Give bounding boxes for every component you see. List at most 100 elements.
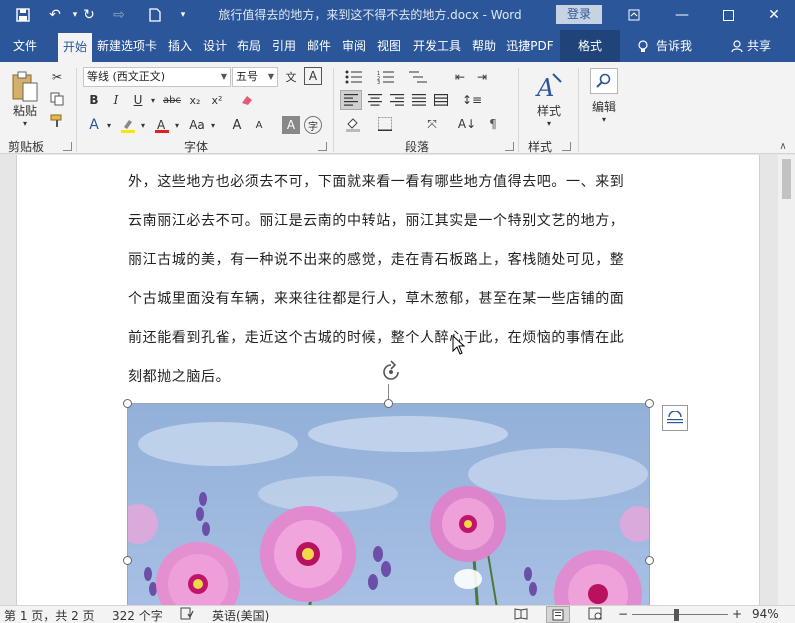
- styles-button-label[interactable]: 样式: [528, 102, 570, 118]
- layout-options-icon[interactable]: [662, 405, 688, 431]
- paragraph-line[interactable]: 云南丽江必去不可。丽江是云南的中转站，丽江其实是一个特别文艺的地方，: [128, 210, 624, 230]
- clear-format-icon[interactable]: 文: [282, 67, 300, 87]
- tab-file[interactable]: 文件: [6, 30, 44, 62]
- proofing-icon[interactable]: [180, 607, 194, 623]
- shrink-font-button[interactable]: A: [250, 116, 268, 134]
- paragraph-line[interactable]: 前还能看到孔雀，走近这个古城的时候，整个人醉心于此，在烦恼的事情在此: [128, 327, 624, 347]
- multilevel-list-icon[interactable]: [406, 68, 430, 86]
- underline-dropdown-icon[interactable]: ▾: [148, 92, 158, 108]
- zoom-slider-track[interactable]: [632, 614, 728, 615]
- highlight-dropdown-icon[interactable]: ▾: [138, 116, 148, 134]
- styles-launcher-icon[interactable]: [562, 142, 571, 151]
- resize-handle[interactable]: [123, 556, 132, 565]
- read-mode-icon[interactable]: [514, 607, 528, 623]
- superscript-button[interactable]: x²: [208, 92, 226, 108]
- page-count[interactable]: 第 1 页，共 2 页: [4, 607, 95, 623]
- change-case-dropdown-icon[interactable]: ▾: [208, 116, 218, 134]
- paragraph-line[interactable]: 个古城里面没有车辆，来来往往都是行人，草木葱郁，甚至在某一些店铺的面: [128, 288, 624, 308]
- tab-format[interactable]: 格式: [560, 30, 620, 62]
- tab-new[interactable]: 新建选项卡: [94, 30, 160, 62]
- chinese-layout-icon[interactable]: ⤧: [420, 114, 444, 134]
- resize-handle[interactable]: [645, 556, 654, 565]
- char-border-icon[interactable]: A: [304, 67, 322, 85]
- vertical-scrollbar[interactable]: [778, 155, 795, 605]
- share-button[interactable]: 共享: [726, 30, 776, 62]
- cut-icon[interactable]: ✂: [48, 68, 66, 86]
- numbering-icon[interactable]: 123: [374, 68, 398, 86]
- change-case-button[interactable]: Aa: [186, 116, 208, 134]
- word-count[interactable]: 322 个字: [112, 607, 163, 623]
- bold-button[interactable]: B: [86, 92, 102, 108]
- resize-handle[interactable]: [123, 399, 132, 408]
- print-layout-icon[interactable]: [546, 606, 570, 623]
- font-size-select[interactable]: 五号 ▼: [232, 67, 278, 87]
- styles-gallery-icon[interactable]: A: [528, 68, 570, 104]
- italic-button[interactable]: I: [108, 92, 124, 108]
- eraser-icon[interactable]: [238, 92, 256, 108]
- align-center-button[interactable]: [364, 90, 386, 110]
- font-launcher-icon[interactable]: [318, 142, 327, 151]
- login-button[interactable]: 登录: [556, 5, 602, 24]
- undo-icon[interactable]: ↶: [44, 5, 66, 25]
- maximize-icon[interactable]: [716, 5, 740, 25]
- char-shading-icon[interactable]: A: [282, 116, 300, 134]
- ribbon-display-icon[interactable]: [622, 5, 646, 25]
- zoom-level[interactable]: 94%: [752, 607, 779, 621]
- increase-indent-icon[interactable]: ⇥: [472, 68, 492, 86]
- show-marks-icon[interactable]: ¶: [482, 114, 504, 134]
- effects-dropdown-icon[interactable]: ▾: [104, 116, 114, 134]
- scrollbar-thumb[interactable]: [782, 159, 791, 199]
- rotate-handle-icon[interactable]: [379, 360, 403, 384]
- tab-layout[interactable]: 布局: [234, 30, 264, 62]
- align-right-button[interactable]: [386, 90, 408, 110]
- tab-mailings[interactable]: 邮件: [304, 30, 334, 62]
- tab-view[interactable]: 视图: [374, 30, 404, 62]
- web-layout-icon[interactable]: [588, 607, 602, 623]
- subscript-button[interactable]: x₂: [186, 92, 204, 108]
- underline-button[interactable]: U: [130, 92, 146, 108]
- font-color-dropdown-icon[interactable]: ▾: [172, 116, 182, 134]
- minimize-icon[interactable]: —: [670, 5, 694, 25]
- align-left-button[interactable]: [340, 90, 362, 110]
- tell-me-button[interactable]: 告诉我: [630, 30, 700, 62]
- customize-icon[interactable]: ▾: [172, 5, 194, 25]
- tab-pdf[interactable]: 迅捷PDF: [503, 30, 557, 62]
- close-icon[interactable]: ✕: [762, 5, 786, 25]
- tab-insert[interactable]: 插入: [164, 30, 196, 62]
- flower-picture[interactable]: [127, 403, 650, 605]
- highlight-icon[interactable]: [118, 116, 138, 134]
- text-effects-icon[interactable]: A: [84, 116, 104, 134]
- styles-dropdown-icon[interactable]: ▾: [544, 118, 554, 128]
- new-doc-icon[interactable]: [144, 5, 166, 25]
- strikethrough-button[interactable]: abc: [162, 92, 182, 108]
- paste-dropdown-icon[interactable]: ▾: [18, 118, 32, 128]
- editing-button-label[interactable]: 编辑: [586, 98, 622, 114]
- grow-font-button[interactable]: A: [228, 116, 246, 134]
- paragraph-line[interactable]: 丽江古城的美，有一种说不出来的感觉，走在青石板路上，客栈随处可见，整: [128, 249, 624, 269]
- decrease-indent-icon[interactable]: ⇤: [450, 68, 470, 86]
- sort-icon[interactable]: A↓: [456, 114, 478, 134]
- collapse-ribbon-icon[interactable]: ∧: [776, 140, 790, 152]
- paragraph-line[interactable]: 刻都抛之脑后。: [128, 366, 230, 386]
- borders-icon[interactable]: [374, 114, 396, 134]
- tab-home[interactable]: 开始: [58, 33, 92, 62]
- paragraph-line[interactable]: 外，这些地方也必须去不可，下面就来看一看有哪些地方值得去吧。一、来到: [128, 171, 624, 191]
- justify-button[interactable]: [408, 90, 430, 110]
- tab-developer[interactable]: 开发工具: [409, 30, 465, 62]
- shading-icon[interactable]: [342, 114, 364, 134]
- search-icon[interactable]: [590, 68, 618, 94]
- font-name-select[interactable]: 等线 (西文正文) ▼: [83, 67, 231, 87]
- distributed-button[interactable]: [430, 90, 452, 110]
- tab-review[interactable]: 审阅: [339, 30, 369, 62]
- tab-help[interactable]: 帮助: [468, 30, 500, 62]
- enclose-char-icon[interactable]: 字: [304, 116, 322, 134]
- tab-design[interactable]: 设计: [200, 30, 230, 62]
- resize-handle[interactable]: [645, 399, 654, 408]
- language-indicator[interactable]: 英语(美国): [212, 607, 269, 623]
- clipboard-launcher-icon[interactable]: [63, 142, 72, 151]
- bullets-icon[interactable]: [342, 68, 366, 86]
- tab-references[interactable]: 引用: [269, 30, 299, 62]
- font-color-icon[interactable]: A: [152, 116, 172, 134]
- zoom-in-button[interactable]: +: [732, 607, 742, 621]
- paste-icon[interactable]: [8, 70, 42, 104]
